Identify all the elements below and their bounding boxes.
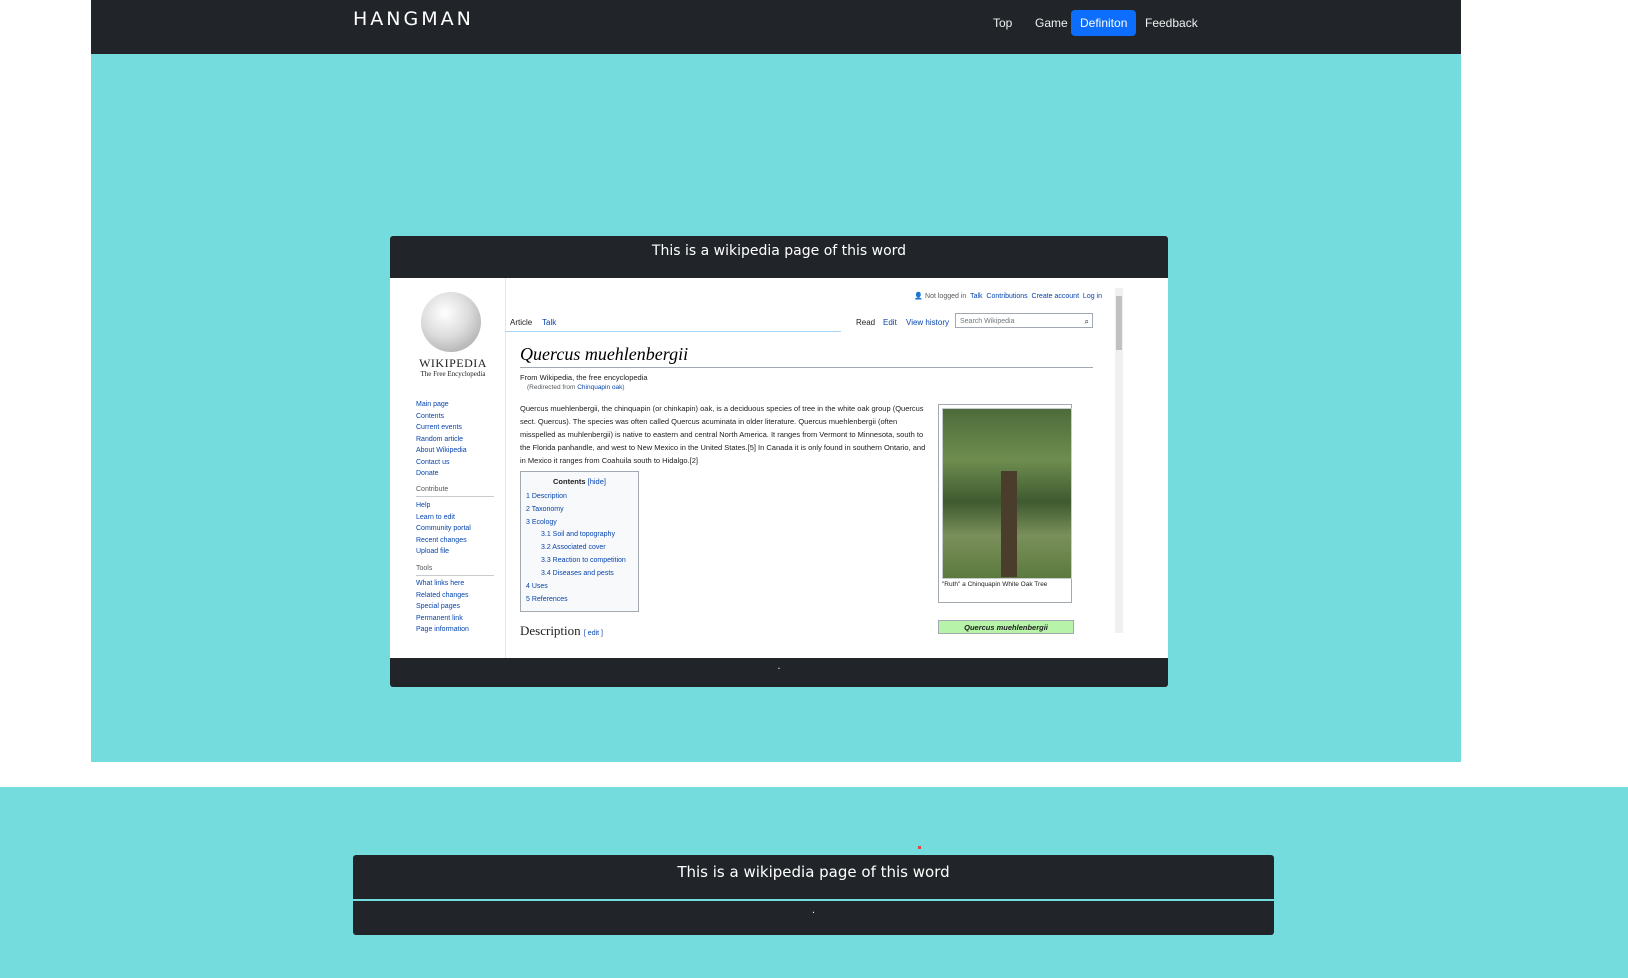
scrollbar[interactable] [1115, 288, 1123, 633]
create-account-link[interactable]: Create account [1032, 293, 1079, 300]
wiki-nav-item[interactable]: Main page [416, 399, 467, 411]
wiki-tools-heading: Tools [416, 565, 433, 572]
divider [520, 367, 1093, 368]
search-icon[interactable]: ⌕ [1085, 314, 1089, 329]
talk-link[interactable]: Talk [970, 293, 982, 300]
tab-edit[interactable]: Edit [883, 318, 897, 327]
toc-item[interactable]: 3.3 Reaction to competition [541, 557, 626, 564]
wiki-page: WIKIPEDIA The Free Encyclopedia Main pag… [390, 278, 1168, 658]
wiki-tools-list: What links here Related changes Special … [416, 578, 469, 636]
card-header: This is a wikipedia page of this word [353, 855, 1274, 899]
scroll-thumb[interactable] [1116, 296, 1122, 350]
toc-title: Contents [hide] [521, 477, 638, 486]
wiki-redirect-note: (Redirected from Chinquapin oak) [527, 384, 625, 391]
toc-item[interactable]: 3 Ecology [526, 519, 557, 526]
section-edit-link[interactable]: [ edit ] [584, 630, 603, 637]
red-dot [918, 846, 921, 849]
toc-item[interactable]: 3.4 Diseases and pests [541, 570, 614, 577]
nav-link-game[interactable]: Game [1026, 10, 1077, 36]
wiki-sidebar: WIKIPEDIA The Free Encyclopedia Main pag… [390, 278, 506, 658]
wiki-nav-item[interactable]: Donate [416, 468, 467, 480]
redirect-link[interactable]: Chinquapin oak [577, 384, 622, 391]
toc-item[interactable]: 1 Description [526, 493, 567, 500]
search-placeholder: Search Wikipedia [960, 318, 1015, 325]
tab-read[interactable]: Read [856, 318, 875, 327]
wiki-nav-item[interactable]: Random article [416, 434, 467, 446]
section-heading: Description [ edit ] [520, 623, 603, 639]
toc-item[interactable]: 2 Taxonomy [526, 506, 564, 513]
divider [416, 496, 494, 497]
nav-link-feedback[interactable]: Feedback [1136, 10, 1207, 36]
toc-item[interactable]: 4 Uses [526, 583, 548, 590]
tab-talk[interactable]: Talk [542, 318, 556, 327]
tab-view-history[interactable]: View history [906, 318, 949, 327]
wiki-logo-subtitle: The Free Encyclopedia [420, 370, 486, 378]
tree-photo[interactable] [942, 408, 1072, 579]
wiki-logo-text: WIKIPEDIA [419, 356, 487, 370]
wiki-article-title: Quercus muehlenbergii [520, 344, 689, 364]
wiki-nav-item[interactable]: About Wikipedia [416, 445, 467, 457]
redirect-prefix: (Redirected from [527, 384, 578, 391]
wiki-nav-item[interactable]: Permanent link [416, 613, 469, 625]
nav-link-top[interactable]: Top [984, 10, 1021, 36]
wiki-search-input[interactable]: Search Wikipedia ⌕ [955, 313, 1093, 328]
wiki-nav-item[interactable]: Special pages [416, 601, 469, 613]
main-section: HANGMAN Top Game Definiton Feedback This… [91, 0, 1461, 762]
wiki-personal-links: 👤 Not logged in Talk Contributions Creat… [914, 292, 1102, 300]
wiki-nav-item[interactable]: Learn to edit [416, 512, 471, 524]
wikipedia-globe-icon [421, 292, 481, 352]
redirect-suffix: ) [622, 384, 625, 391]
wikipedia-screenshot: WIKIPEDIA The Free Encyclopedia Main pag… [390, 278, 1168, 658]
wiki-nav-item[interactable]: Contact us [416, 457, 467, 469]
user-icon: 👤 [914, 293, 924, 300]
wiki-nav-item[interactable]: What links here [416, 578, 469, 590]
definition-card: This is a wikipedia page of this word WI… [390, 236, 1168, 687]
wiki-contribute-list: Help Learn to edit Community portal Rece… [416, 500, 471, 558]
wiki-nav-item[interactable]: Current events [416, 422, 467, 434]
navbar: HANGMAN Top Game Definiton Feedback [91, 0, 1461, 54]
toc-item[interactable]: 3.2 Associated cover [541, 544, 606, 551]
wiki-nav-item[interactable]: Help [416, 500, 471, 512]
wiki-nav-item[interactable]: Contents [416, 411, 467, 423]
wiki-tagline: From Wikipedia, the free encyclopedia [520, 373, 648, 382]
section-heading-text: Description [520, 623, 581, 638]
definition-card-bottom: This is a wikipedia page of this word . [353, 855, 1274, 935]
toc-hide-link[interactable]: [hide] [588, 477, 606, 486]
wiki-nav-list: Main page Contents Current events Random… [416, 399, 467, 480]
wiki-contribute-heading: Contribute [416, 486, 449, 493]
wiki-nav-item[interactable]: Related changes [416, 590, 469, 602]
wiki-lead-paragraph: Quercus muehlenbergii, the chinquapin (o… [520, 404, 926, 465]
infobox-caption: "Ruth" a Chinquapin White Oak Tree [942, 581, 1048, 588]
nav-link-definition[interactable]: Definiton [1071, 10, 1137, 36]
wiki-nav-item[interactable]: Recent changes [416, 535, 471, 547]
brand-logo[interactable]: HANGMAN [353, 8, 474, 30]
card-footer: . [390, 658, 1168, 687]
login-link[interactable]: Log in [1083, 293, 1102, 300]
toc-title-text: Contents [553, 477, 586, 486]
card-footer: . [353, 901, 1274, 935]
wiki-nav-item[interactable]: Upload file [416, 546, 471, 558]
divider [505, 331, 841, 332]
wiki-nav-item[interactable]: Page information [416, 624, 469, 636]
divider [416, 575, 494, 576]
wiki-toc: Contents [hide] 1 Description 2 Taxonomy… [520, 471, 639, 612]
card-header: This is a wikipedia page of this word [390, 236, 1168, 278]
toc-item[interactable]: 3.1 Soil and topography [541, 531, 615, 538]
contributions-link[interactable]: Contributions [986, 293, 1027, 300]
wiki-nav-item[interactable]: Community portal [416, 523, 471, 535]
not-logged-in: Not logged in [925, 293, 967, 300]
tree-trunk [1001, 471, 1017, 577]
taxobox-title: Quercus muehlenbergii [938, 620, 1074, 634]
toc-item[interactable]: 5 References [526, 596, 568, 603]
tab-article[interactable]: Article [510, 318, 532, 327]
